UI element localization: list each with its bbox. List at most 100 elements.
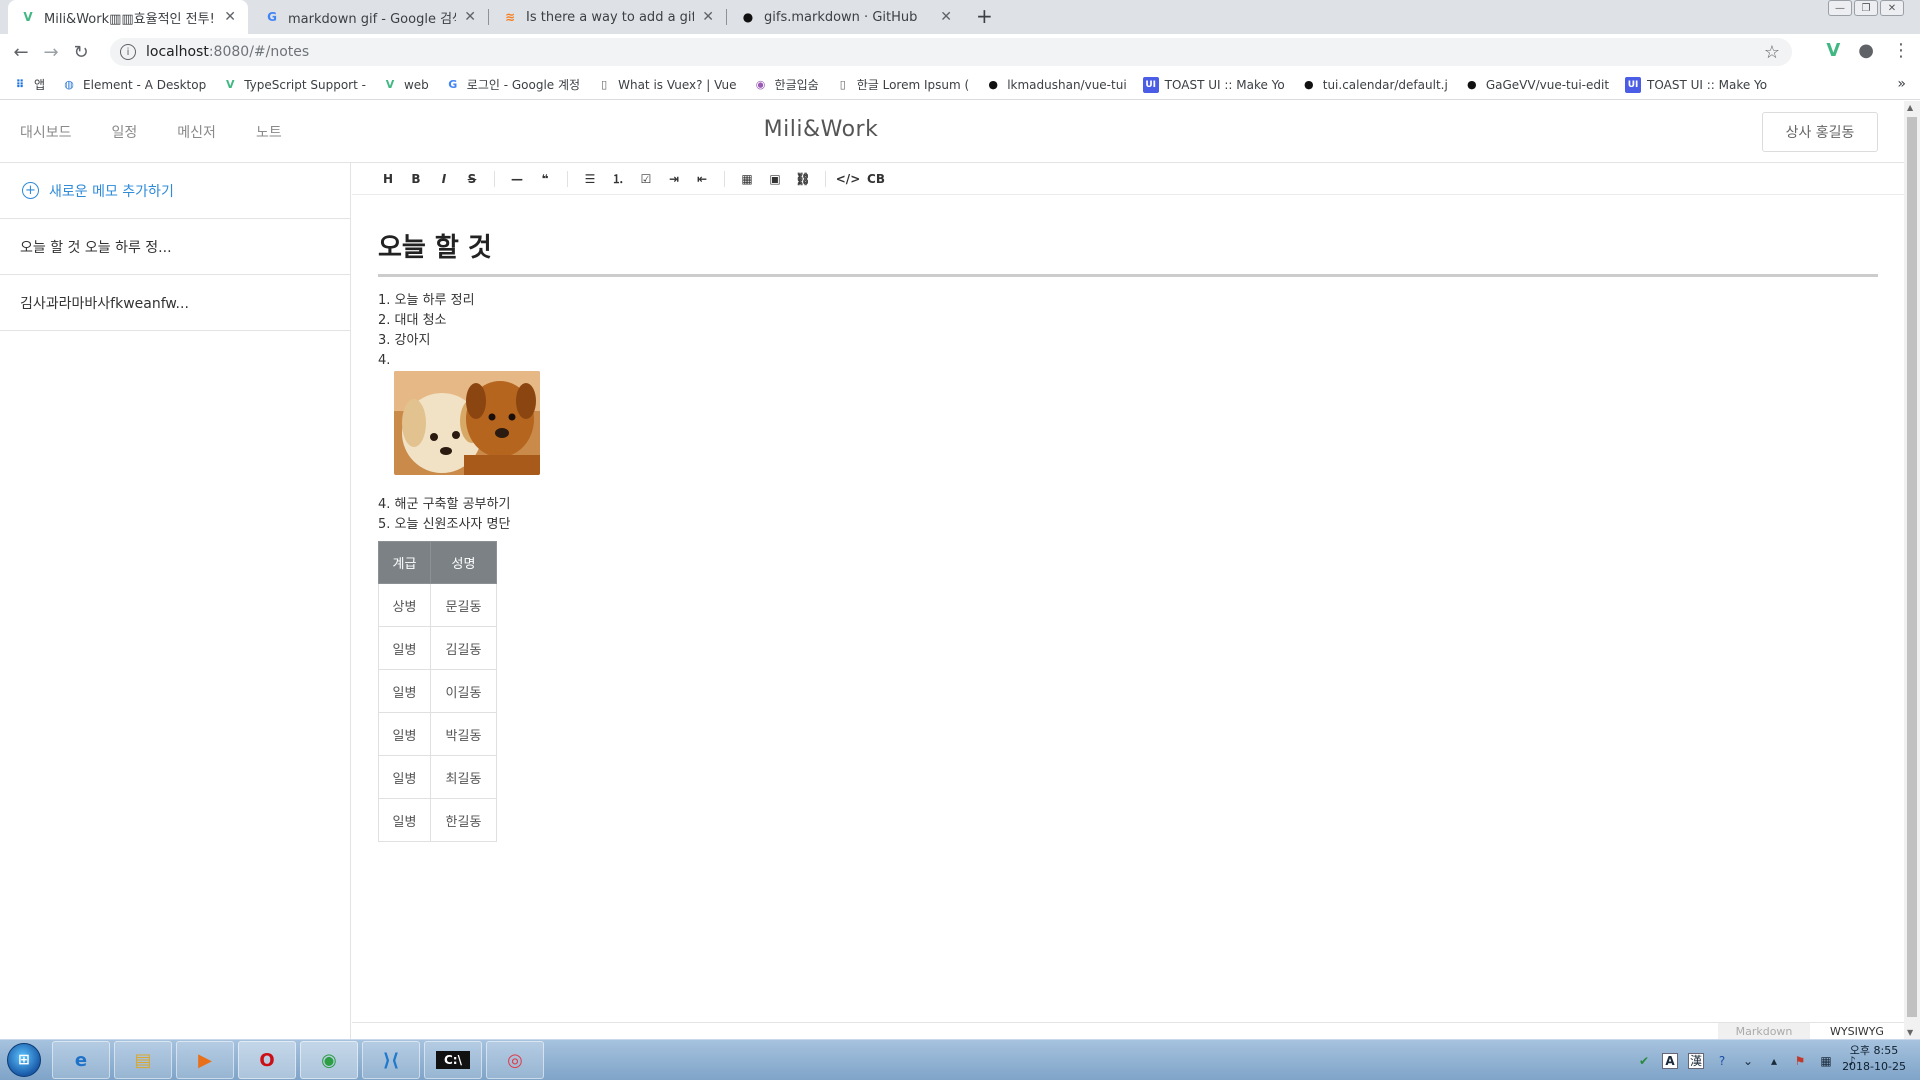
italic-button[interactable]: I bbox=[430, 172, 458, 186]
screen-recorder-icon[interactable]: ◎ bbox=[486, 1041, 544, 1079]
explorer-icon[interactable]: ▤ bbox=[114, 1041, 172, 1079]
site-info-icon[interactable]: i bbox=[120, 44, 136, 60]
blockquote-button[interactable]: ❝ bbox=[531, 172, 559, 186]
bookmark-label: Element - A Desktop bbox=[83, 77, 207, 92]
bookmark-element[interactable]: ◍ Element - A Desktop bbox=[61, 77, 206, 93]
minimize-icon[interactable]: — bbox=[1828, 0, 1852, 16]
new-tab-button[interactable]: + bbox=[976, 4, 993, 28]
bookmarks-overflow-icon[interactable]: » bbox=[1897, 76, 1906, 92]
table-cell: 상병 bbox=[378, 583, 431, 627]
vue-icon: V bbox=[225, 78, 235, 91]
flag-icon[interactable]: ⚑ bbox=[1792, 1053, 1808, 1069]
memo-list-item[interactable]: 오늘 할 것 오늘 하루 정... bbox=[0, 219, 350, 275]
bold-button[interactable]: B bbox=[402, 172, 430, 186]
bookmark-hangul-lorem[interactable]: ▯ 한글 Lorem Ipsum ( bbox=[835, 76, 970, 93]
start-button[interactable]: ⊞ bbox=[0, 1040, 48, 1080]
user-button[interactable]: 상사 홍길동 bbox=[1762, 112, 1878, 152]
cmd-icon[interactable]: C:\ bbox=[424, 1041, 482, 1079]
chrome-icon[interactable]: ◉ bbox=[300, 1041, 358, 1079]
editor-content[interactable]: 오늘 할 것 1. 오늘 하루 정리 2. 대대 청소 3. 강아지 4. 4.… bbox=[378, 227, 1878, 842]
bookmark-label: TOAST UI :: Make Yo bbox=[1164, 77, 1285, 92]
memo-list-item[interactable]: 김사과라마바사fkweanfw... bbox=[0, 275, 350, 331]
bookmark-toast-ui-1[interactable]: UI TOAST UI :: Make Yo bbox=[1142, 76, 1285, 93]
page-scrollbar[interactable]: ▲ ▼ bbox=[1904, 101, 1920, 1039]
bookmark-apps[interactable]: ⠿ 앱 bbox=[12, 76, 45, 93]
help-icon[interactable]: ? bbox=[1714, 1053, 1730, 1069]
task-list-button[interactable]: ☑ bbox=[632, 172, 660, 186]
indent-button[interactable]: ⇥ bbox=[660, 172, 688, 186]
bookmark-web[interactable]: Vweb bbox=[382, 77, 429, 93]
bookmark-lkmadushan[interactable]: ● lkmadushan/vue-tui bbox=[985, 77, 1126, 93]
network-check-icon[interactable]: ✔ bbox=[1636, 1053, 1652, 1069]
bookmark-google-login[interactable]: G 로그인 - Google 계정 bbox=[445, 76, 580, 93]
browser-tab-mili-work[interactable]: V Mili&Work▥▥효율적인 전투! ✕ bbox=[8, 0, 248, 34]
table-cell: 일병 bbox=[378, 712, 431, 756]
close-tab-icon[interactable]: ✕ bbox=[702, 9, 714, 25]
bookmark-star-icon[interactable]: ☆ bbox=[1764, 42, 1780, 63]
table-button[interactable]: ▦ bbox=[733, 172, 761, 186]
hangul-icon: ◉ bbox=[755, 78, 766, 91]
bookmark-typescript-support[interactable]: V TypeScript Support - bbox=[222, 77, 366, 93]
tab-separator bbox=[488, 9, 489, 25]
reload-icon[interactable]: ↻ bbox=[66, 42, 96, 63]
profile-avatar-icon[interactable]: ● bbox=[1858, 40, 1874, 61]
browser-toolbar: ← → ↻ i localhost:8080/#/notes ☆ V ● ⋮ bbox=[0, 34, 1920, 70]
network-icon[interactable]: ▦ bbox=[1818, 1053, 1834, 1069]
strike-button[interactable]: S bbox=[458, 172, 486, 186]
taskbar-clock[interactable]: 오후 8:55 2018-10-25 bbox=[1842, 1043, 1906, 1075]
bookmark-label: 로그인 - Google 계정 bbox=[466, 78, 581, 92]
vscode-icon[interactable]: ⟩⟨ bbox=[362, 1041, 420, 1079]
table-cell: 일병 bbox=[378, 669, 431, 713]
apps-grid-icon: ⠿ bbox=[15, 78, 25, 91]
horizontal-rule-button[interactable]: — bbox=[503, 172, 531, 186]
close-window-icon[interactable]: ✕ bbox=[1880, 0, 1904, 16]
bookmark-tui-calendar[interactable]: ● tui.calendar/default.j bbox=[1301, 77, 1448, 93]
bookmark-gagevv[interactable]: ● GaGeVV/vue-tui-edit bbox=[1464, 77, 1609, 93]
ordered-list-button[interactable]: ⒈ bbox=[604, 170, 632, 187]
ime-mode-icon[interactable]: A bbox=[1662, 1052, 1678, 1069]
bullet-list-button[interactable]: ☰ bbox=[576, 172, 604, 186]
hanja-mode-icon[interactable]: 漢 bbox=[1688, 1052, 1704, 1069]
ie-icon[interactable]: e bbox=[52, 1041, 110, 1079]
tray-options-icon[interactable]: ⌄ bbox=[1740, 1053, 1756, 1069]
wysiwyg-mode-tab[interactable]: WYSIWYG bbox=[1810, 1023, 1904, 1040]
list-item: 4. bbox=[378, 353, 391, 368]
heading-button[interactable]: H bbox=[374, 172, 402, 186]
browser-tab-stackoverflow[interactable]: ≋ Is there a way to add a gif to a ✕ bbox=[490, 0, 726, 34]
browser-tab-github-gist[interactable]: ● gifs.markdown · GitHub ✕ bbox=[728, 0, 964, 34]
image-button[interactable]: ▣ bbox=[761, 172, 789, 186]
github-icon: ● bbox=[742, 10, 754, 24]
maximize-icon[interactable]: ❐ bbox=[1854, 0, 1878, 16]
close-tab-icon[interactable]: ✕ bbox=[464, 9, 476, 25]
opera-icon[interactable]: O bbox=[238, 1041, 296, 1079]
scrollbar-thumb[interactable] bbox=[1907, 117, 1917, 1017]
menu-kebab-icon[interactable]: ⋮ bbox=[1892, 40, 1910, 61]
table-cell: 일병 bbox=[378, 626, 431, 670]
link-button[interactable]: ⛓ bbox=[789, 172, 817, 186]
bookmark-hangul-ipsum[interactable]: ◉ 한글입숨 bbox=[753, 76, 819, 93]
close-tab-icon[interactable]: ✕ bbox=[940, 9, 952, 25]
github-icon: ● bbox=[988, 78, 998, 91]
tab-title: Is there a way to add a gif to a bbox=[526, 9, 695, 25]
forward-arrow-icon[interactable]: → bbox=[36, 42, 66, 63]
vue-devtools-icon[interactable]: V bbox=[1826, 40, 1840, 61]
scroll-down-arrow-icon[interactable]: ▼ bbox=[1907, 1028, 1913, 1037]
bookmark-vuex[interactable]: ▯ What is Vuex? | Vue bbox=[596, 77, 736, 93]
bookmark-toast-ui-2[interactable]: UI TOAST UI :: Make Yo bbox=[1625, 76, 1767, 93]
toast-ui-icon: UI bbox=[1625, 76, 1642, 93]
browser-tab-strip: V Mili&Work▥▥효율적인 전투! ✕ G markdown gif -… bbox=[0, 0, 1920, 34]
scroll-up-arrow-icon[interactable]: ▲ bbox=[1907, 103, 1913, 112]
tray-expand-icon[interactable]: ▴ bbox=[1766, 1053, 1782, 1069]
markdown-mode-tab[interactable]: Markdown bbox=[1718, 1023, 1810, 1040]
code-button[interactable]: </> bbox=[834, 172, 862, 186]
browser-tab-google-search[interactable]: G markdown gif - Google 검색 ✕ bbox=[252, 0, 488, 34]
back-arrow-icon[interactable]: ← bbox=[6, 42, 36, 63]
add-memo-button[interactable]: + 새로운 메모 추가하기 bbox=[0, 163, 350, 219]
media-player-icon[interactable]: ▶ bbox=[176, 1041, 234, 1079]
window-controls: — ❐ ✕ bbox=[1828, 0, 1904, 16]
codeblock-button[interactable]: CB bbox=[862, 172, 890, 186]
close-tab-icon[interactable]: ✕ bbox=[224, 9, 236, 25]
address-bar[interactable]: i localhost:8080/#/notes ☆ bbox=[110, 38, 1792, 66]
outdent-button[interactable]: ⇤ bbox=[688, 172, 716, 186]
google-icon: G bbox=[267, 10, 277, 24]
